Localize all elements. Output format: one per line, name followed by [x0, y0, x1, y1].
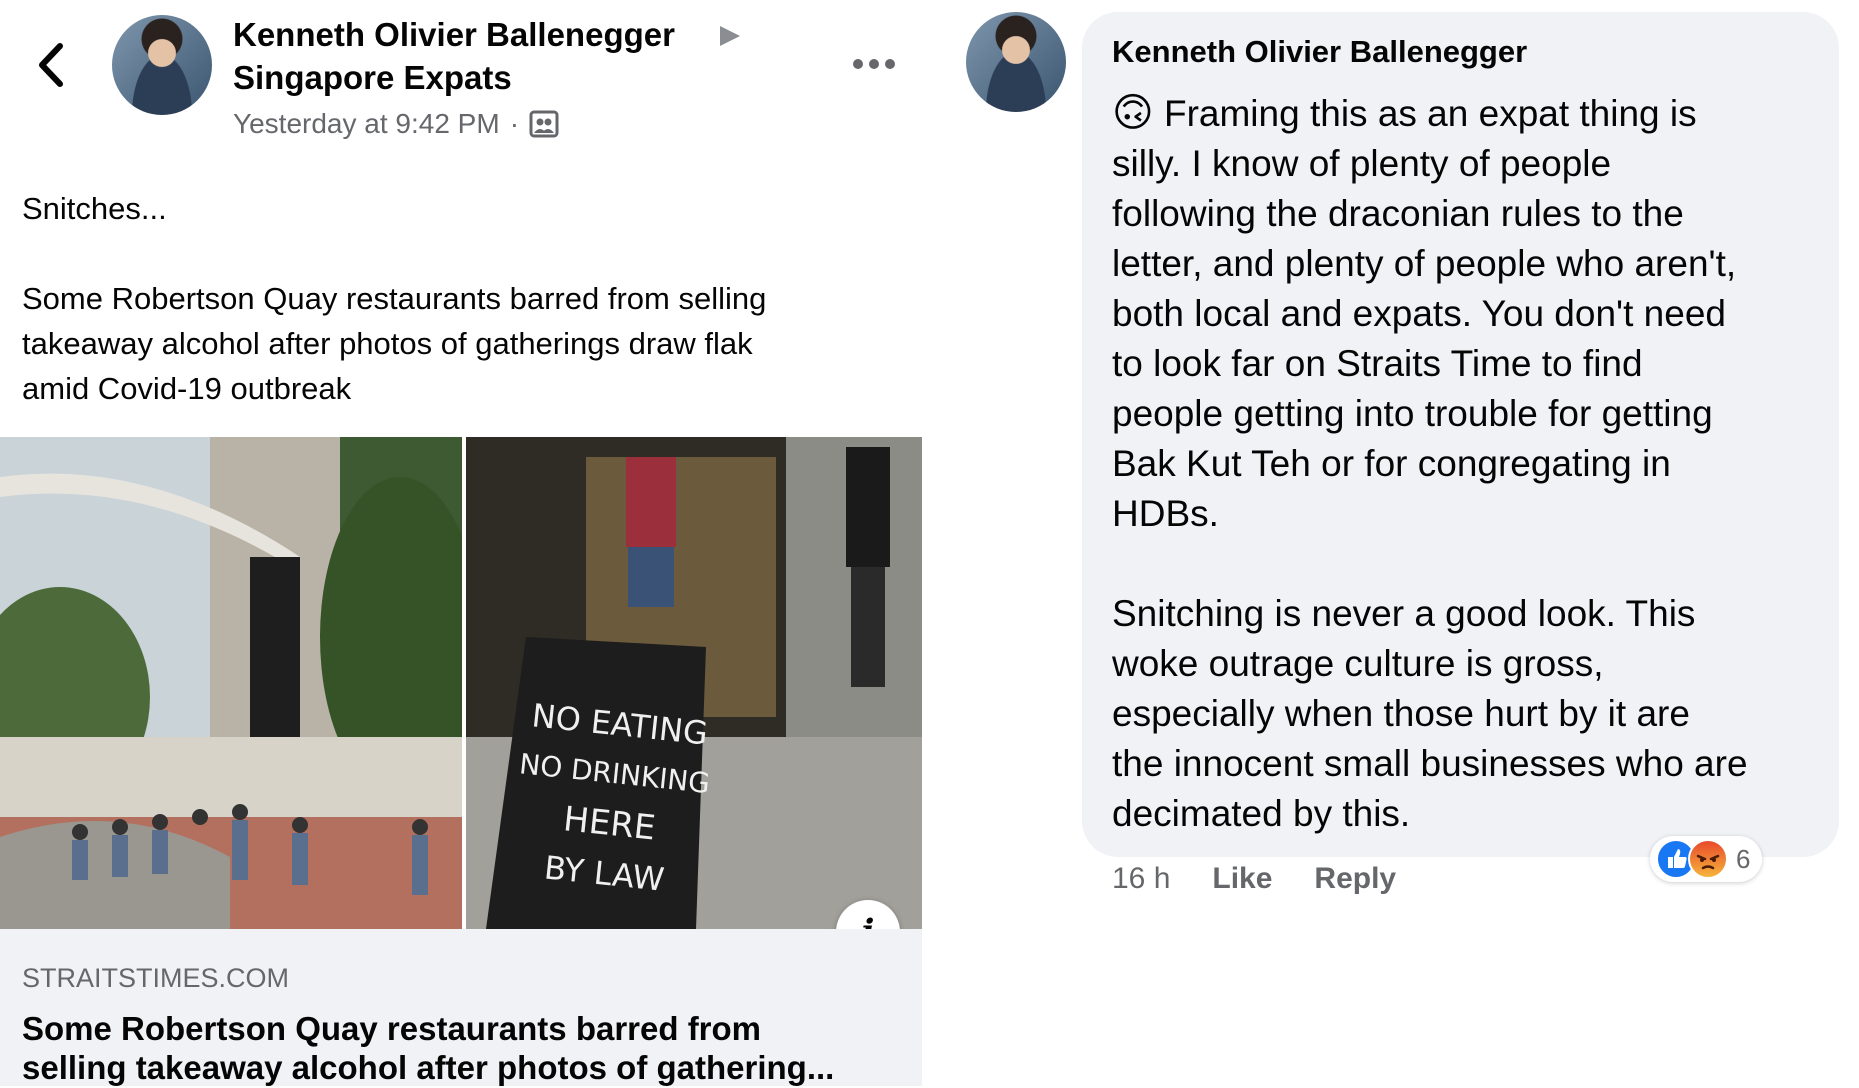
link-domain: STRAITSTIMES.COM — [22, 963, 290, 993]
comment-line: decimated by this. — [1112, 793, 1411, 834]
back-chevron-icon[interactable] — [34, 42, 66, 88]
comment-line: the innocent small businesses who are — [1112, 743, 1748, 784]
comment-line: both local and expats. You don't need — [1112, 293, 1726, 334]
reactions-summary[interactable]: 6 — [1650, 836, 1763, 882]
post-author-name[interactable]: Kenneth Olivier Ballenegger — [233, 14, 675, 56]
comment-line-text: Framing this as an expat thing is — [1163, 93, 1697, 134]
comment-line: Bak Kut Teh or for congregating in — [1112, 443, 1671, 484]
link-preview-image[interactable]: NO EATING NO DRINKING HERE BY LAW i — [0, 437, 922, 929]
link-title-line: selling takeaway alcohol after photos of… — [22, 1049, 835, 1086]
comment-author[interactable]: Kenneth Olivier Ballenegger — [1112, 34, 1527, 70]
comment-text: 🙃 Framing this as an expat thing is sill… — [1112, 88, 1842, 839]
post-group-name[interactable]: Singapore Expats — [233, 57, 512, 99]
meta-separator: · — [509, 108, 520, 139]
comment-line: woke outrage culture is gross, — [1112, 643, 1604, 684]
right-triangle-icon — [720, 26, 740, 46]
photo-gathering — [0, 437, 462, 929]
reply-button[interactable]: Reply — [1314, 862, 1396, 896]
angry-reaction-icon — [1688, 839, 1728, 879]
post-timestamp[interactable]: Yesterday at 9:42 PM — [233, 108, 500, 140]
reaction-count: 6 — [1736, 843, 1751, 874]
more-options-icon[interactable] — [852, 58, 896, 70]
commenter-avatar[interactable] — [966, 12, 1066, 112]
comment-line: people getting into trouble for getting — [1112, 393, 1713, 434]
info-glyph: i — [862, 912, 875, 929]
comment-bubble: Kenneth Olivier Ballenegger 🙃 Framing th… — [1082, 12, 1839, 857]
comment-line: Snitching is never a good look. This — [1112, 593, 1696, 634]
comment-time[interactable]: 16 h — [1112, 862, 1170, 896]
post-text-line: Snitches... — [22, 191, 167, 226]
post-text-line: amid Covid-19 outbreak — [22, 371, 352, 406]
upside-down-face-emoji: 🙃 — [1112, 90, 1154, 136]
comment-actions: 16 h Like Reply — [1112, 862, 1396, 896]
sign-text: NO EATING NO DRINKING HERE BY LAW — [502, 689, 722, 909]
comment-line: 🙃 Framing this as an expat thing is — [1112, 88, 1842, 139]
comment-line: silly. I know of plenty of people — [1112, 143, 1612, 184]
comment-line: following the draconian rules to the — [1112, 193, 1684, 234]
post-text: Snitches... Some Robertson Quay restaura… — [22, 186, 902, 411]
post-text-line: Some Robertson Quay restaurants barred f… — [22, 281, 767, 316]
comment-line: letter, and plenty of people who aren't, — [1112, 243, 1737, 284]
author-avatar[interactable] — [112, 15, 212, 115]
post-meta: Yesterday at 9:42 PM · — [233, 108, 559, 140]
comment-panel: Kenneth Olivier Ballenegger 🙃 Framing th… — [922, 0, 1859, 1086]
comment-line: to look far on Straits Time to find — [1112, 343, 1643, 384]
link-title-line: Some Robertson Quay restaurants barred f… — [22, 1010, 762, 1047]
group-audience-icon — [529, 110, 559, 138]
post-text-line: takeaway alcohol after photos of gatheri… — [22, 326, 753, 361]
comment-line: especially when those hurt by it are — [1112, 693, 1690, 734]
link-caption[interactable]: STRAITSTIMES.COM Some Robertson Quay res… — [0, 929, 922, 1086]
comment-line: HDBs. — [1112, 493, 1219, 534]
like-button[interactable]: Like — [1212, 862, 1272, 896]
post-panel: Kenneth Olivier Ballenegger Singapore Ex… — [0, 0, 922, 1086]
